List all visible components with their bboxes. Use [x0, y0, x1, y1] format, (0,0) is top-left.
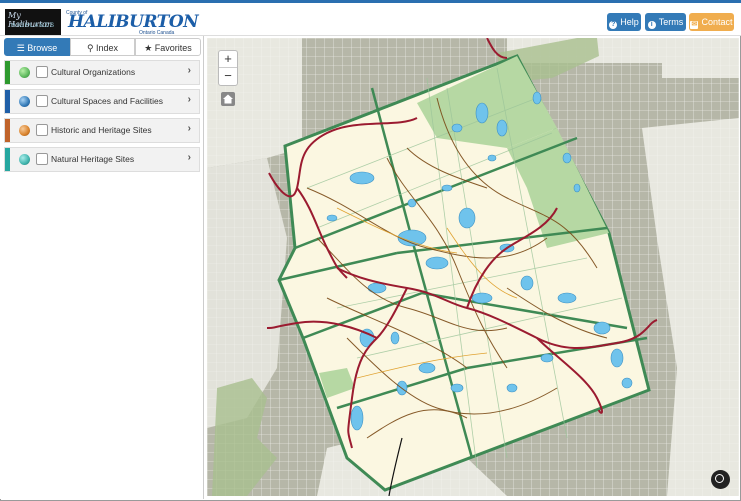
zoom-out-button[interactable]: −	[219, 68, 237, 84]
list-icon: ☰	[16, 43, 28, 53]
star-icon: ★	[144, 43, 155, 53]
contact-label: Contact	[701, 17, 733, 27]
category-label: Historic and Heritage Sites	[51, 125, 152, 135]
category-checkbox[interactable]	[36, 124, 48, 136]
chevron-right-icon[interactable]: ›	[188, 152, 191, 163]
category-label: Natural Heritage Sites	[51, 154, 135, 164]
chevron-right-icon[interactable]: ›	[188, 123, 191, 134]
map-view[interactable]	[207, 38, 739, 496]
tab-index[interactable]: ⚲ Index	[70, 38, 135, 56]
category-marker-icon	[19, 154, 30, 165]
header: My Haliburton HIGHLANDS County of HALIBU…	[0, 3, 741, 36]
sidebar-tabs: ☰ Browse ⚲ Index ★ Favorites	[4, 38, 201, 56]
category-cultural-spaces[interactable]: Cultural Spaces and Facilities ›	[4, 89, 200, 114]
tab-favorites[interactable]: ★ Favorites	[135, 38, 201, 56]
info-icon: i	[647, 21, 656, 29]
category-color-bar	[5, 90, 10, 113]
question-icon: ?	[609, 21, 618, 29]
category-marker-icon	[19, 96, 30, 107]
logo-mh-subtext: HIGHLANDS	[11, 23, 56, 29]
tab-favorites-label: Favorites	[154, 43, 192, 53]
category-historic-heritage[interactable]: Historic and Heritage Sites ›	[4, 118, 200, 143]
category-checkbox[interactable]	[36, 66, 48, 78]
category-cultural-organizations[interactable]: Cultural Organizations ›	[4, 60, 200, 85]
search-icon: ⚲	[86, 43, 97, 53]
category-color-bar	[5, 148, 10, 171]
contact-button[interactable]: ✉ Contact	[689, 13, 734, 31]
tab-index-label: Index	[96, 43, 119, 53]
terms-label: Terms	[658, 17, 684, 27]
category-color-bar	[5, 61, 10, 84]
chevron-right-icon[interactable]: ›	[188, 65, 191, 76]
category-color-bar	[5, 119, 10, 142]
home-icon[interactable]	[221, 92, 235, 106]
category-checkbox[interactable]	[36, 153, 48, 165]
category-marker-icon	[19, 67, 30, 78]
help-button[interactable]: ? Help	[607, 13, 641, 31]
tab-browse[interactable]: ☰ Browse	[4, 38, 70, 56]
category-natural-heritage[interactable]: Natural Heritage Sites ›	[4, 147, 200, 172]
locate-icon[interactable]	[711, 470, 730, 489]
category-label: Cultural Spaces and Facilities	[51, 96, 163, 106]
tab-browse-label: Browse	[27, 43, 58, 53]
map-canvas[interactable]	[207, 38, 739, 496]
logo-h-title: HALIBURTON	[68, 12, 199, 32]
zoom-in-button[interactable]: +	[219, 51, 237, 67]
terms-button[interactable]: i Terms	[645, 13, 686, 31]
sidebar: ☰ Browse ⚲ Index ★ Favorites Cultural Or…	[0, 36, 204, 499]
help-label: Help	[620, 17, 639, 27]
chevron-right-icon[interactable]: ›	[188, 94, 191, 105]
category-marker-icon	[19, 125, 30, 136]
my-haliburton-highlands-logo[interactable]: My Haliburton HIGHLANDS	[5, 9, 61, 35]
category-checkbox[interactable]	[36, 95, 48, 107]
category-label: Cultural Organizations	[51, 67, 136, 77]
envelope-icon: ✉	[690, 21, 699, 29]
zoom-control: + −	[218, 50, 238, 86]
county-of-haliburton-logo[interactable]: County of HALIBURTON Ontario Canada	[66, 9, 199, 36]
